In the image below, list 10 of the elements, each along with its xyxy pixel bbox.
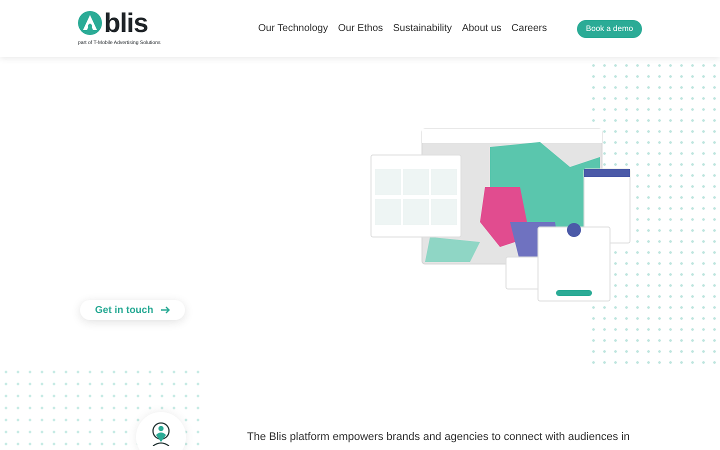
logo-wordmark: blis [104, 10, 148, 37]
arrow-right-icon [161, 306, 170, 314]
person-pin-icon [151, 422, 171, 446]
nav-link[interactable]: Our Ethos [338, 21, 384, 36]
nav-link[interactable]: Careers [511, 21, 547, 36]
nav-link[interactable]: Our Technology [258, 21, 328, 36]
intro-paragraph: The Blis platform empowers brands and agencies to connect with audiences in [247, 430, 630, 445]
nav-link[interactable]: Sustainability [393, 21, 452, 36]
logo-icon [78, 11, 102, 36]
nav-link[interactable]: About us [462, 21, 502, 36]
